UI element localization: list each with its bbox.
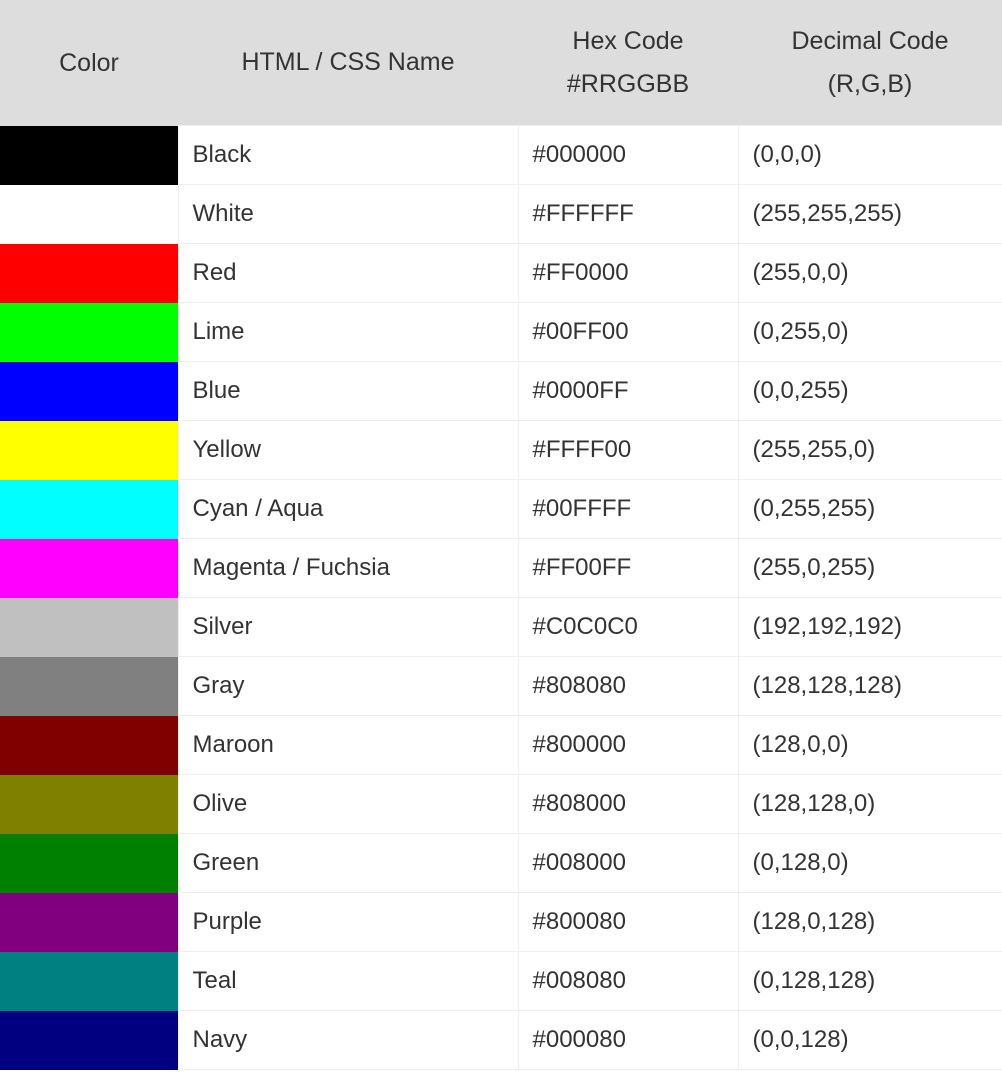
color-name: Silver (178, 598, 518, 657)
table-row: White#FFFFFF(255,255,255) (0, 185, 1002, 244)
color-hex: #800000 (518, 716, 738, 775)
color-swatch (0, 421, 178, 480)
table-row: Teal#008080(0,128,128) (0, 952, 1002, 1011)
color-rgb: (255,255,255) (738, 185, 1002, 244)
color-hex: #008000 (518, 834, 738, 893)
color-swatch (0, 244, 178, 303)
header-name: HTML / CSS Name (178, 0, 518, 126)
table-row: Olive#808000(128,128,0) (0, 775, 1002, 834)
table-row: Gray#808080(128,128,128) (0, 657, 1002, 716)
color-name: Navy (178, 1011, 518, 1070)
color-swatch (0, 716, 178, 775)
header-hex-line1: Hex Code (572, 27, 683, 55)
color-hex: #C0C0C0 (518, 598, 738, 657)
color-name: Lime (178, 303, 518, 362)
color-swatch (0, 1011, 178, 1070)
color-swatch (0, 539, 178, 598)
color-name: White (178, 185, 518, 244)
color-hex: #00FF00 (518, 303, 738, 362)
table-header: Color HTML / CSS Name Hex Code #RRGGBB D… (0, 0, 1002, 126)
color-name: Black (178, 126, 518, 185)
color-rgb: (0,128,0) (738, 834, 1002, 893)
color-rgb: (255,0,0) (738, 244, 1002, 303)
color-hex: #00FFFF (518, 480, 738, 539)
table-row: Cyan / Aqua#00FFFF(0,255,255) (0, 480, 1002, 539)
color-name: Blue (178, 362, 518, 421)
color-name: Purple (178, 893, 518, 952)
header-hex-line2: #RRGGBB (567, 70, 689, 98)
color-table: Color HTML / CSS Name Hex Code #RRGGBB D… (0, 0, 1002, 1070)
color-hex: #0000FF (518, 362, 738, 421)
color-hex: #808000 (518, 775, 738, 834)
color-swatch (0, 893, 178, 952)
color-hex: #FFFF00 (518, 421, 738, 480)
color-swatch (0, 598, 178, 657)
color-hex: #008080 (518, 952, 738, 1011)
color-rgb: (0,255,0) (738, 303, 1002, 362)
table-row: Navy#000080(0,0,128) (0, 1011, 1002, 1070)
color-hex: #FF00FF (518, 539, 738, 598)
color-swatch (0, 952, 178, 1011)
color-rgb: (128,128,0) (738, 775, 1002, 834)
color-rgb: (255,0,255) (738, 539, 1002, 598)
color-name: Green (178, 834, 518, 893)
color-hex: #000080 (518, 1011, 738, 1070)
table-row: Magenta / Fuchsia#FF00FF(255,0,255) (0, 539, 1002, 598)
color-rgb: (0,128,128) (738, 952, 1002, 1011)
table-row: Red#FF0000(255,0,0) (0, 244, 1002, 303)
header-dec-line1: Decimal Code (791, 27, 948, 55)
color-name: Cyan / Aqua (178, 480, 518, 539)
color-swatch (0, 126, 178, 185)
color-name: Teal (178, 952, 518, 1011)
color-rgb: (128,128,128) (738, 657, 1002, 716)
table-row: Yellow#FFFF00(255,255,0) (0, 421, 1002, 480)
table-row: Maroon#800000(128,0,0) (0, 716, 1002, 775)
table-row: Purple#800080(128,0,128) (0, 893, 1002, 952)
color-rgb: (255,255,0) (738, 421, 1002, 480)
header-name-label: HTML / CSS Name (241, 48, 454, 76)
header-dec-line2: (R,G,B) (828, 70, 913, 98)
color-name: Maroon (178, 716, 518, 775)
color-swatch (0, 362, 178, 421)
color-swatch (0, 303, 178, 362)
color-name: Olive (178, 775, 518, 834)
header-dec: Decimal Code (R,G,B) (738, 0, 1002, 126)
color-rgb: (0,255,255) (738, 480, 1002, 539)
color-hex: #800080 (518, 893, 738, 952)
table-row: Silver#C0C0C0(192,192,192) (0, 598, 1002, 657)
color-rgb: (128,0,128) (738, 893, 1002, 952)
color-rgb: (128,0,0) (738, 716, 1002, 775)
color-rgb: (0,0,0) (738, 126, 1002, 185)
color-hex: #FFFFFF (518, 185, 738, 244)
color-name: Yellow (178, 421, 518, 480)
color-swatch (0, 480, 178, 539)
header-hex: Hex Code #RRGGBB (518, 0, 738, 126)
color-hex: #FF0000 (518, 244, 738, 303)
color-swatch (0, 834, 178, 893)
table-row: Green#008000(0,128,0) (0, 834, 1002, 893)
table-row: Lime#00FF00(0,255,0) (0, 303, 1002, 362)
color-swatch (0, 185, 178, 244)
color-swatch (0, 657, 178, 716)
color-rgb: (192,192,192) (738, 598, 1002, 657)
color-name: Magenta / Fuchsia (178, 539, 518, 598)
color-rgb: (0,0,255) (738, 362, 1002, 421)
color-swatch (0, 775, 178, 834)
color-name: Red (178, 244, 518, 303)
color-name: Gray (178, 657, 518, 716)
color-hex: #000000 (518, 126, 738, 185)
color-rgb: (0,0,128) (738, 1011, 1002, 1070)
color-hex: #808080 (518, 657, 738, 716)
table-body: Black#000000(0,0,0)White#FFFFFF(255,255,… (0, 126, 1002, 1070)
table-row: Black#000000(0,0,0) (0, 126, 1002, 185)
header-color: Color (0, 0, 178, 126)
table-row: Blue#0000FF(0,0,255) (0, 362, 1002, 421)
header-color-label: Color (59, 49, 119, 77)
